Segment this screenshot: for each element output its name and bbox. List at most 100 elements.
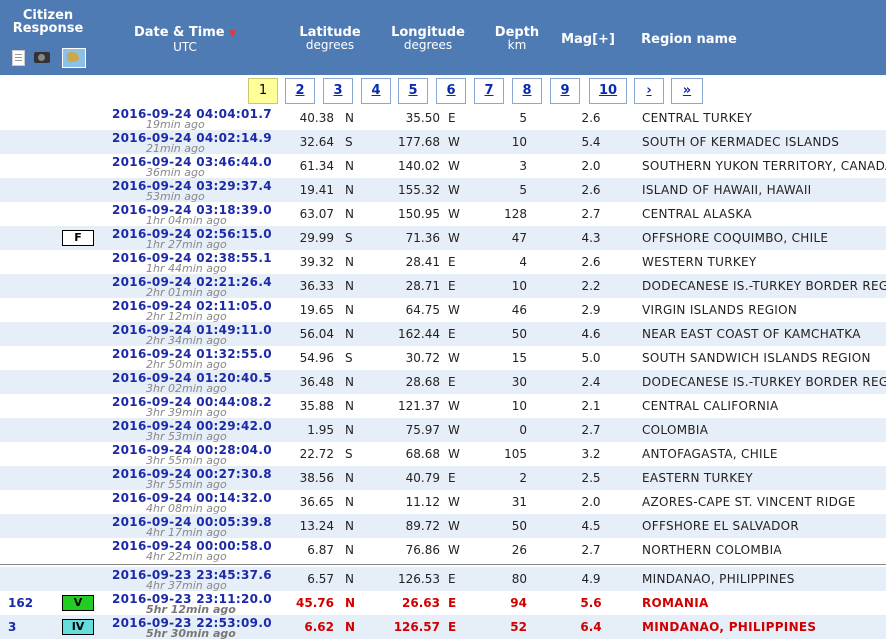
page-link-10[interactable]: 10: [589, 78, 627, 104]
mag-header[interactable]: Mag[+]: [556, 33, 620, 46]
longitude-value: 121.37: [398, 399, 440, 413]
region-name: ANTOFAGASTA, CHILE: [642, 447, 778, 461]
latitude-header: Latitude degrees: [290, 26, 370, 52]
region-name: CENTRAL ALASKA: [642, 207, 752, 221]
longitude-direction: W: [448, 231, 460, 245]
table-row[interactable]: 2016-09-24 02:11:05.0 2hr 12min ago 19.65 N…: [0, 298, 886, 323]
latitude-value: 6.62: [304, 620, 334, 634]
table-row[interactable]: 2016-09-24 02:38:55.1 1hr 44min ago 39.32 N…: [0, 250, 886, 275]
latitude-direction: N: [345, 303, 354, 317]
page-link-7[interactable]: 7: [474, 78, 504, 104]
longitude-direction: W: [448, 207, 460, 221]
page-link-9[interactable]: 9: [550, 78, 580, 104]
table-row[interactable]: 2016-09-24 00:28:04.0 3hr 55min ago 22.72 S…: [0, 442, 886, 467]
page-link-11[interactable]: ›: [634, 78, 664, 104]
page-link-5[interactable]: 5: [398, 78, 428, 104]
longitude-direction: W: [448, 351, 460, 365]
longitude-value: 140.02: [398, 159, 440, 173]
table-row[interactable]: 2016-09-24 03:46:44.0 36min ago 61.34 N 140.…: [0, 154, 886, 179]
depth-value: 3: [519, 159, 527, 173]
depth-value: 0: [519, 423, 527, 437]
longitude-value: 76.86: [405, 543, 440, 557]
longitude-direction: E: [448, 255, 456, 269]
depth-value: 94: [510, 596, 527, 610]
depth-value: 15: [511, 351, 527, 365]
longitude-direction: W: [448, 399, 460, 413]
longitude-value: 64.75: [405, 303, 440, 317]
region-name: AZORES-CAPE ST. VINCENT RIDGE: [642, 495, 856, 509]
depth-value: 2: [519, 471, 527, 485]
region-name: NEAR EAST COAST OF KAMCHATKA: [642, 327, 861, 341]
latitude-value: 6.57: [307, 572, 334, 586]
date-time-header[interactable]: Date & Time ▼ UTC: [130, 26, 240, 54]
longitude-value: 68.68: [405, 447, 440, 461]
page-link-12[interactable]: »: [671, 78, 703, 104]
table-row[interactable]: 2016-09-24 01:32:55.0 2hr 50min ago 54.96 S…: [0, 346, 886, 371]
citizen-response-count[interactable]: 162: [8, 596, 33, 610]
table-row[interactable]: F 2016-09-24 02:56:15.0 1hr 27min ago 29.99…: [0, 226, 886, 251]
table-row[interactable]: 2016-09-24 00:27:30.8 3hr 55min ago 38.56 N…: [0, 466, 886, 491]
table-row[interactable]: 2016-09-24 01:20:40.5 3hr 02min ago 36.48 N…: [0, 370, 886, 395]
table-row[interactable]: 162 V 2016-09-23 23:11:20.0 5hr 12min ago 45…: [0, 591, 886, 616]
table-row[interactable]: 2016-09-24 03:29:37.4 53min ago 19.41 N 155.…: [0, 178, 886, 203]
intensity-badge[interactable]: V: [62, 595, 94, 611]
page-link-6[interactable]: 6: [436, 78, 466, 104]
magnitude-value: 5.6: [580, 596, 602, 610]
page-link-1[interactable]: 1: [248, 78, 278, 104]
region-name: SOUTHERN YUKON TERRITORY, CANADA: [642, 159, 886, 173]
latitude-direction: N: [345, 543, 354, 557]
latitude-value: 36.48: [299, 375, 334, 389]
longitude-direction: W: [448, 447, 460, 461]
page-link-3[interactable]: 3: [323, 78, 353, 104]
table-row[interactable]: 2016-09-24 03:18:39.0 1hr 04min ago 63.07 N…: [0, 202, 886, 227]
magnitude-value: 2.7: [581, 423, 601, 437]
latitude-direction: N: [345, 255, 354, 269]
magnitude-value: 4.9: [581, 572, 601, 586]
longitude-direction: W: [448, 159, 460, 173]
table-row[interactable]: 2016-09-24 00:14:32.0 4hr 08min ago 36.65 N…: [0, 490, 886, 515]
table-row[interactable]: 3 IV 2016-09-23 22:53:09.0 5hr 30min ago 6.6…: [0, 615, 886, 640]
table-row[interactable]: 2016-09-24 00:29:42.0 3hr 53min ago 1.95 N 7…: [0, 418, 886, 443]
latitude-value: 13.24: [299, 519, 334, 533]
magnitude-value: 4.6: [581, 327, 601, 341]
table-row[interactable]: 2016-09-24 00:05:39.8 4hr 17min ago 13.24 N…: [0, 514, 886, 539]
intensity-badge[interactable]: F: [62, 230, 94, 246]
table-row[interactable]: 2016-09-24 00:44:08.2 3hr 39min ago 35.88 N…: [0, 394, 886, 419]
document-icon[interactable]: [12, 50, 25, 66]
longitude-direction: W: [448, 303, 460, 317]
longitude-value: 35.50: [405, 111, 440, 125]
date-separator: [0, 564, 886, 565]
region-name: CENTRAL CALIFORNIA: [642, 399, 779, 413]
page-link-8[interactable]: 8: [512, 78, 542, 104]
region-name: NORTHERN COLOMBIA: [642, 543, 782, 557]
latitude-direction: S: [345, 351, 353, 365]
longitude-value: 71.36: [405, 231, 440, 245]
depth-value: 128: [504, 207, 527, 221]
table-header: Citizen Response Date & Time ▼ UTC Latit…: [0, 0, 886, 75]
latitude-value: 29.99: [299, 231, 334, 245]
region-name: COLOMBIA: [642, 423, 709, 437]
map-icon[interactable]: [62, 48, 86, 68]
depth-value: 10: [511, 279, 527, 293]
longitude-direction: E: [448, 471, 456, 485]
table-row[interactable]: 2016-09-24 01:49:11.0 2hr 34min ago 56.04 N…: [0, 322, 886, 347]
latitude-direction: N: [345, 375, 354, 389]
magnitude-value: 2.6: [581, 255, 601, 269]
citizen-response-count[interactable]: 3: [8, 620, 16, 634]
table-row[interactable]: 2016-09-24 02:21:26.4 2hr 01min ago 36.33 N…: [0, 274, 886, 299]
intensity-badge[interactable]: IV: [62, 619, 94, 635]
table-row[interactable]: 2016-09-24 04:04:01.7 19min ago 40.38 N 35.5…: [0, 106, 886, 131]
latitude-direction: N: [345, 183, 354, 197]
page-link-2[interactable]: 2: [285, 78, 315, 104]
page-link-4[interactable]: 4: [361, 78, 391, 104]
latitude-direction: N: [345, 159, 354, 173]
region-name: EASTERN TURKEY: [642, 471, 753, 485]
table-row[interactable]: 2016-09-24 00:00:58.0 4hr 22min ago 6.87 N 7…: [0, 538, 886, 563]
magnitude-value: 2.5: [581, 471, 601, 485]
table-row[interactable]: 2016-09-23 23:45:37.6 4hr 37min ago 6.57 N 1…: [0, 567, 886, 592]
camera-icon[interactable]: [34, 52, 50, 63]
depth-value: 31: [511, 495, 527, 509]
table-row[interactable]: 2016-09-24 04:02:14.9 21min ago 32.64 S 177.…: [0, 130, 886, 155]
longitude-direction: W: [448, 519, 460, 533]
magnitude-value: 2.6: [581, 111, 601, 125]
